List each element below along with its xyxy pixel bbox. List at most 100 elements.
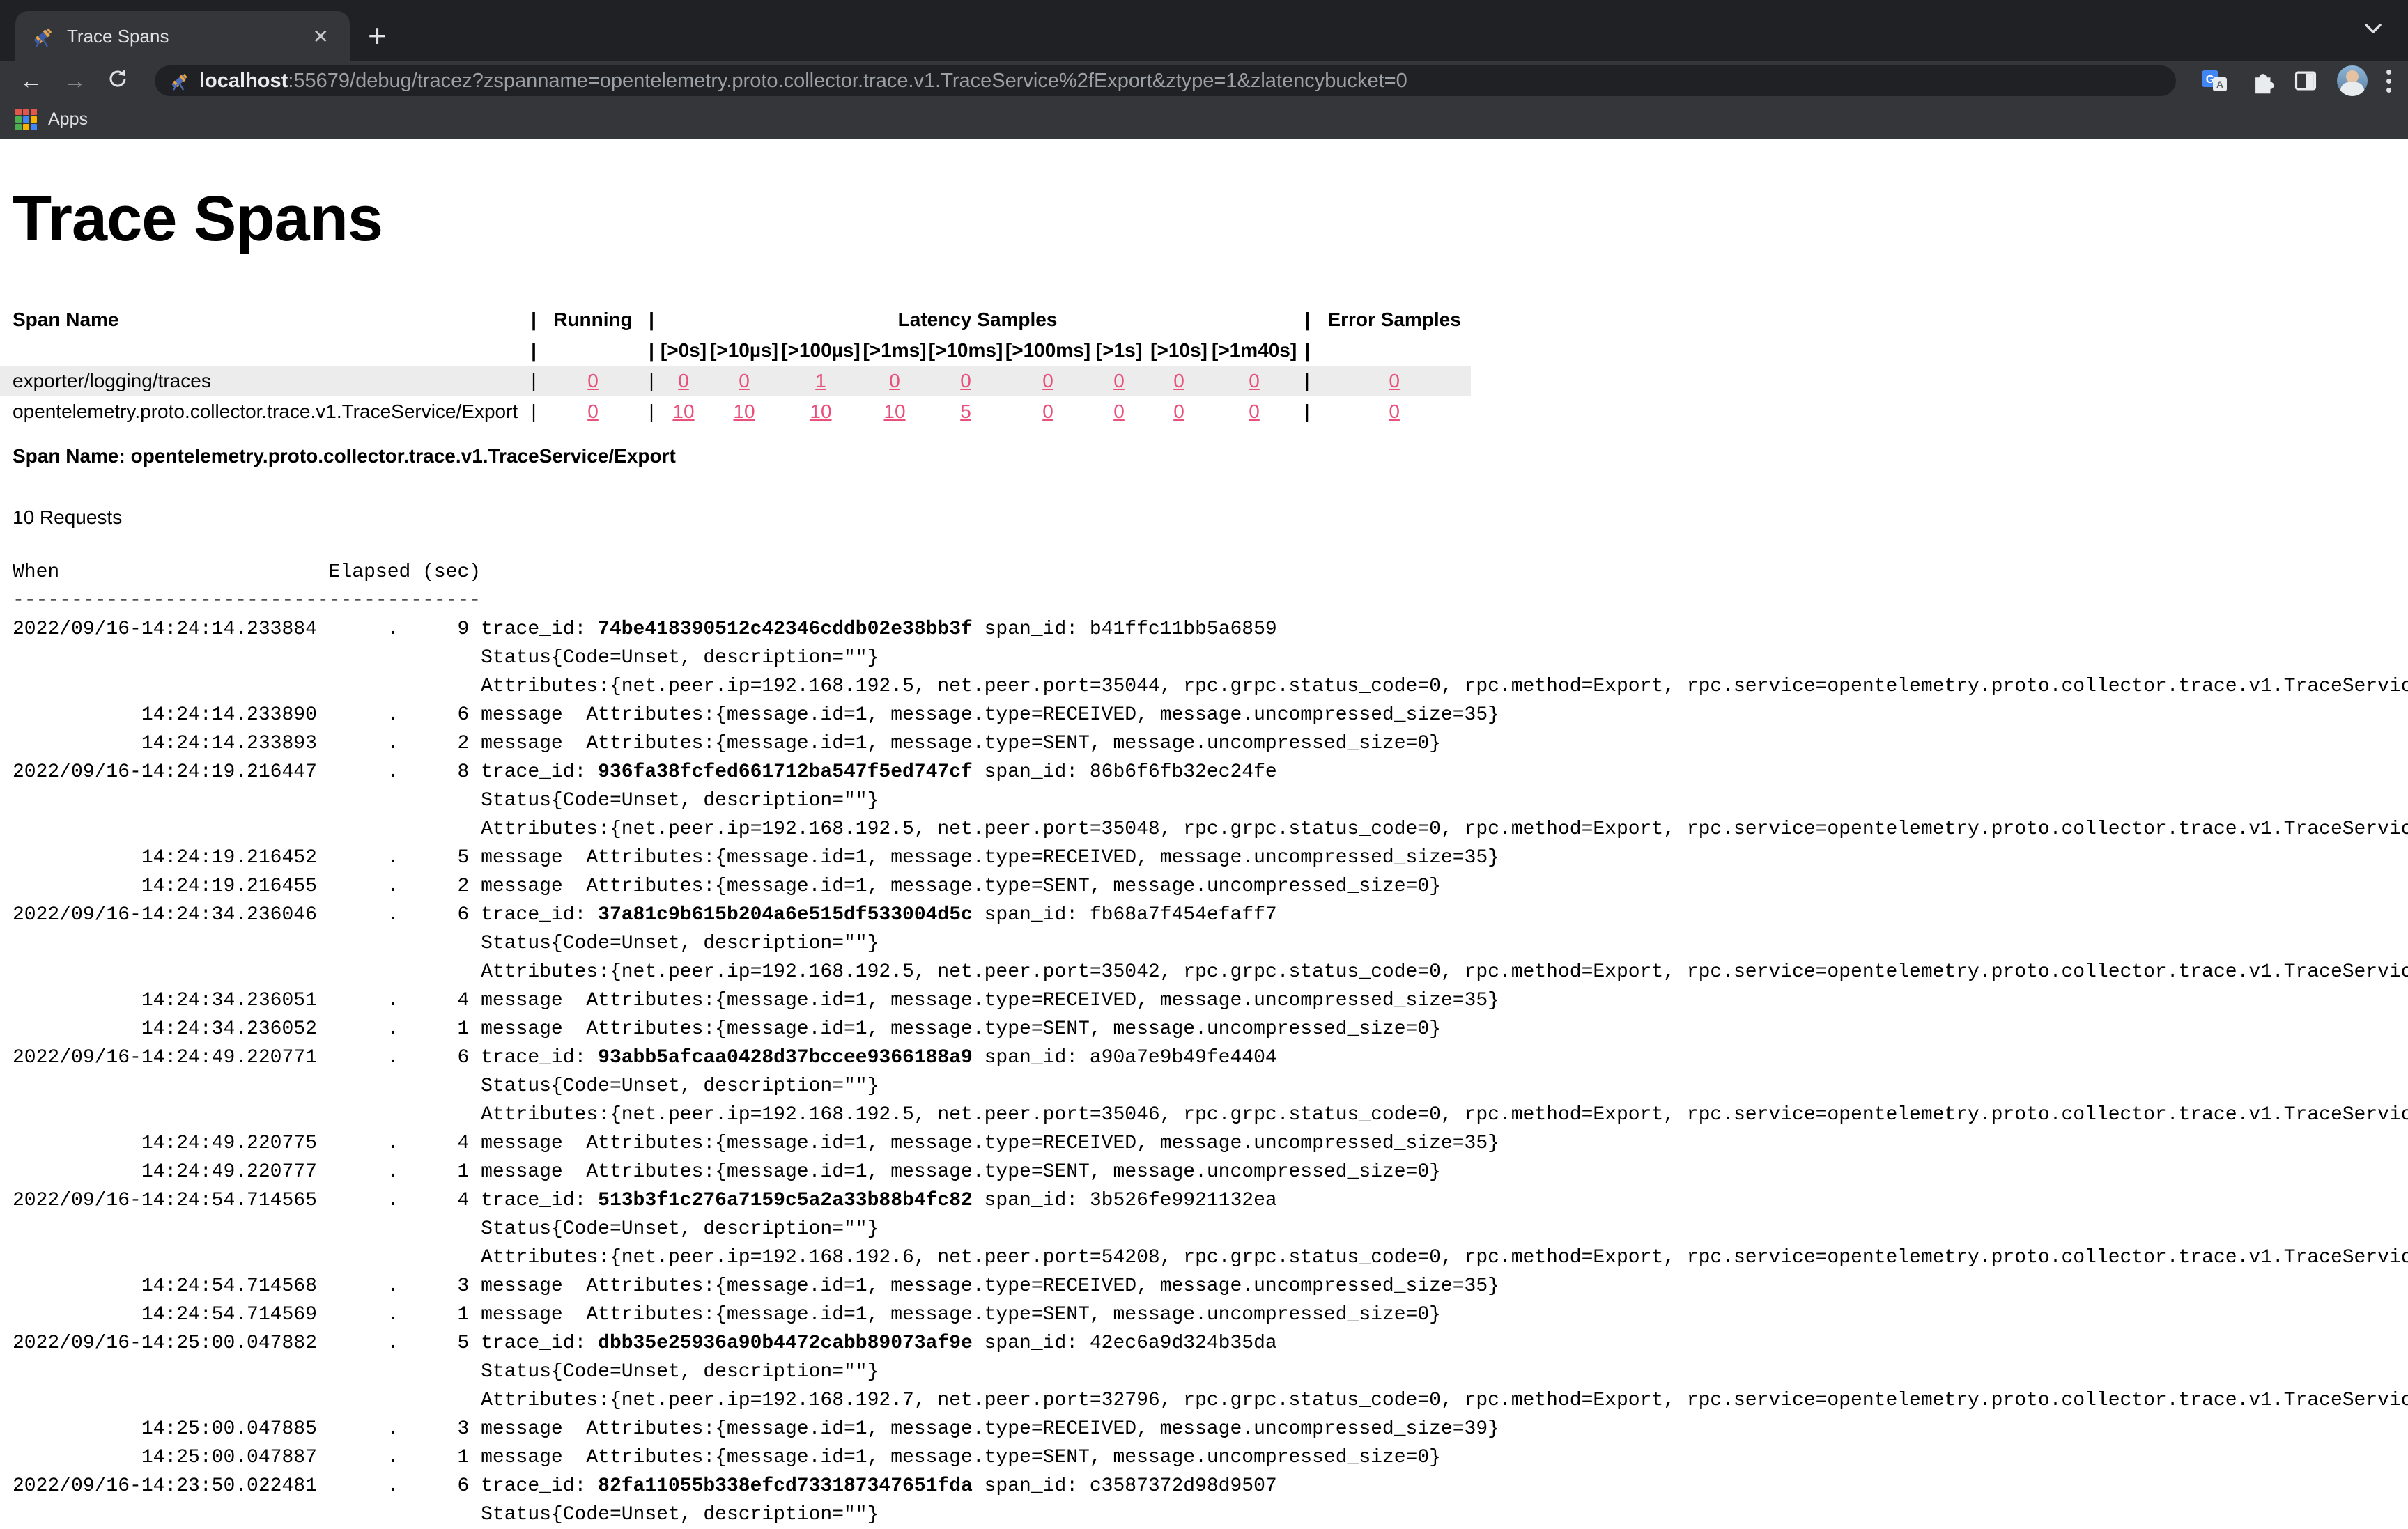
request-message-line: 14:24:14.233893 . 2 message Attributes:{…	[13, 729, 2408, 758]
latency-count-link[interactable]: 0	[1249, 370, 1260, 391]
translate-icon[interactable]: G A	[2200, 66, 2230, 95]
new-tab-button[interactable]: +	[368, 20, 387, 52]
browser-tab[interactable]: Trace Spans ✕	[15, 11, 350, 61]
latency-bucket-label: [>10µs]	[709, 335, 780, 366]
request-message-line: 14:24:34.236051 . 4 message Attributes:{…	[13, 986, 2408, 1015]
column-separator: |	[1297, 366, 1318, 396]
latency-count-link[interactable]: 10	[672, 401, 694, 422]
request-attributes-line: Attributes:{net.peer.ip=192.168.192.5, n…	[13, 958, 2408, 986]
telescope-icon	[169, 70, 190, 91]
latency-count-link[interactable]: 10	[733, 401, 755, 422]
request-span-line: 2022/09/16-14:24:34.236046 . 6 trace_id:…	[13, 901, 2408, 929]
latency-count: 0	[1146, 366, 1212, 396]
running-count: 0	[541, 366, 645, 396]
bookmark-apps[interactable]: Apps	[48, 109, 88, 130]
reload-icon[interactable]	[106, 67, 130, 95]
span-name: opentelemetry.proto.collector.trace.v1.T…	[0, 396, 526, 427]
request-message-line: 14:24:49.220775 . 4 message Attributes:{…	[13, 1129, 2408, 1158]
trace-id: dbb35e25936a90b4472cabb89073af9e	[598, 1333, 973, 1354]
latency-bucket-label: [>100ms]	[1004, 335, 1092, 366]
trace-id: 936fa38fcfed661712ba547f5ed747cf	[598, 761, 973, 783]
side-panel-icon[interactable]	[2292, 68, 2319, 94]
chevron-down-icon[interactable]	[2362, 21, 2384, 40]
request-span-line: 2022/09/16-14:23:50.022481 . 6 trace_id:…	[13, 1472, 2408, 1500]
column-separator: |	[645, 396, 658, 427]
column-separator: |	[526, 366, 541, 396]
latency-count-link[interactable]: 0	[960, 370, 971, 391]
latency-count: 5	[927, 396, 1004, 427]
latency-count-link[interactable]: 0	[678, 370, 689, 391]
trace-id: 513b3f1c276a7159c5a2a33b88b4fc82	[598, 1190, 973, 1211]
latency-count-link[interactable]: 0	[1113, 370, 1125, 391]
request-message-line: 14:24:19.216455 . 2 message Attributes:{…	[13, 872, 2408, 901]
span-name: exporter/logging/traces	[0, 366, 526, 396]
span-summary-row: opentelemetry.proto.collector.trace.v1.T…	[0, 396, 1471, 427]
apps-grid-icon[interactable]	[15, 109, 37, 130]
error-count-link[interactable]: 0	[1389, 401, 1400, 422]
browser-toolbar: ← → localhost:55679/debug/tracez?zspanna…	[0, 61, 2408, 100]
latency-count-link[interactable]: 0	[1113, 401, 1125, 422]
tracez-page: Trace Spans Span Name | Running | Latenc…	[0, 183, 2408, 1529]
latency-count-link[interactable]: 1	[815, 370, 826, 391]
request-span-line: 2022/09/16-14:24:54.714565 . 4 trace_id:…	[13, 1186, 2408, 1215]
column-separator: |	[526, 396, 541, 427]
latency-count-link[interactable]: 0	[889, 370, 900, 391]
latency-count-link[interactable]: 0	[739, 370, 750, 391]
request-attributes-line: Attributes:{net.peer.ip=192.168.192.7, n…	[13, 1386, 2408, 1415]
span-summary-table: Span Name | Running | Latency Samples | …	[0, 304, 1471, 427]
forward-arrow-icon[interactable]: →	[63, 69, 86, 93]
error-count-link[interactable]: 0	[1389, 370, 1400, 391]
column-separator: |	[1297, 304, 1318, 335]
running-count-link[interactable]: 0	[587, 401, 599, 422]
latency-count: 0	[1092, 396, 1146, 427]
request-message-line: 14:24:54.714569 . 1 message Attributes:{…	[13, 1301, 2408, 1329]
tab-title: Trace Spans	[67, 26, 307, 47]
col-span-name: Span Name	[0, 304, 526, 335]
back-arrow-icon[interactable]: ←	[20, 69, 43, 93]
kebab-menu-icon[interactable]	[2386, 70, 2391, 93]
running-count-link[interactable]: 0	[587, 370, 599, 391]
latency-count-link[interactable]: 0	[1173, 370, 1184, 391]
column-separator: |	[645, 304, 658, 335]
tab-strip: Trace Spans ✕ +	[0, 0, 2408, 61]
latency-count-link[interactable]: 10	[883, 401, 905, 422]
empty-cell	[1318, 335, 1471, 366]
trace-id: 37a81c9b615b204a6e515df533004d5c	[598, 904, 973, 926]
detail-span-name: Span Name: opentelemetry.proto.collector…	[13, 445, 2408, 467]
latency-count-link[interactable]: 0	[1173, 401, 1184, 422]
trace-id: 93abb5afcaa0428d37bccee9366188a9	[598, 1047, 973, 1069]
latency-count: 0	[1212, 366, 1297, 396]
request-count: 10 Requests	[13, 506, 2408, 529]
bucket-header-row: ||[>0s][>10µs][>100µs][>1ms][>10ms][>100…	[0, 335, 1471, 366]
latency-count-link[interactable]: 10	[810, 401, 831, 422]
summary-rows: exporter/logging/traces|0|001000000|0ope…	[0, 366, 1471, 427]
puzzle-icon[interactable]	[2248, 68, 2274, 94]
latency-count-link[interactable]: 5	[960, 401, 971, 422]
request-status-line: Status{Code=Unset, description=""}	[13, 1500, 2408, 1529]
latency-count-link[interactable]: 0	[1042, 401, 1054, 422]
column-separator: |	[645, 335, 658, 366]
request-message-line: 14:24:19.216452 . 5 message Attributes:{…	[13, 844, 2408, 872]
latency-bucket-label: [>1ms]	[862, 335, 927, 366]
latency-count: 10	[709, 396, 780, 427]
request-attributes-line: Attributes:{net.peer.ip=192.168.192.5, n…	[13, 672, 2408, 701]
request-attributes-line: Attributes:{net.peer.ip=192.168.192.6, n…	[13, 1243, 2408, 1272]
latency-count-link[interactable]: 0	[1042, 370, 1054, 391]
latency-count: 10	[862, 396, 927, 427]
column-separator: |	[526, 304, 541, 335]
request-span-line: 2022/09/16-14:25:00.047882 . 5 trace_id:…	[13, 1329, 2408, 1358]
latency-bucket-label: [>10ms]	[927, 335, 1004, 366]
requests-column-header: When Elapsed (sec)	[13, 558, 2408, 587]
latency-count-link[interactable]: 0	[1249, 401, 1260, 422]
request-status-line: Status{Code=Unset, description=""}	[13, 786, 2408, 815]
col-latency-samples: Latency Samples	[658, 304, 1297, 335]
request-status-line: Status{Code=Unset, description=""}	[13, 1072, 2408, 1101]
request-span-line: 2022/09/16-14:24:14.233884 . 9 trace_id:…	[13, 615, 2408, 644]
request-status-line: Status{Code=Unset, description=""}	[13, 929, 2408, 958]
address-bar[interactable]: localhost:55679/debug/tracez?zspanname=o…	[155, 65, 2176, 96]
error-count: 0	[1318, 366, 1471, 396]
avatar[interactable]	[2337, 65, 2368, 96]
column-separator: |	[1297, 335, 1318, 366]
close-icon[interactable]: ✕	[307, 22, 334, 51]
trace-id: 74be418390512c42346cddb02e38bb3f	[598, 619, 973, 640]
